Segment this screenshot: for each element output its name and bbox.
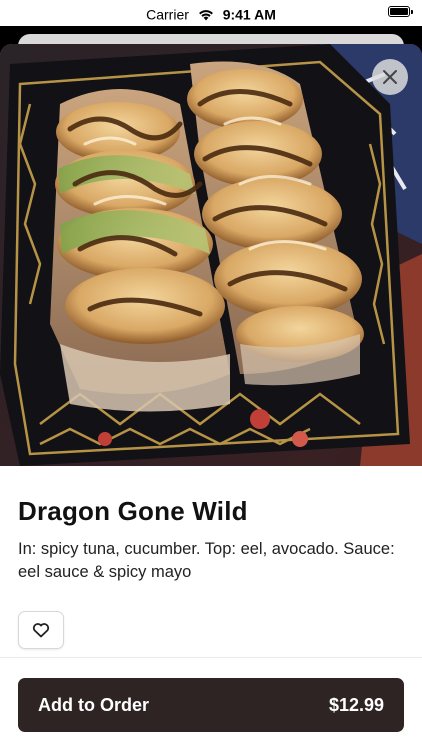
sushi-photo <box>0 44 422 466</box>
add-to-order-label: Add to Order <box>38 694 149 715</box>
divider <box>0 657 422 658</box>
add-to-order-button[interactable]: Add to Order $12.99 <box>18 678 404 732</box>
status-bar: Carrier 9:41 AM <box>0 0 422 26</box>
item-description: In: spicy tuna, cucumber. Top: eel, avoc… <box>18 540 395 581</box>
heart-outline-icon <box>32 623 50 638</box>
carrier-label: Carrier <box>146 6 189 23</box>
status-center: Carrier 9:41 AM <box>0 5 422 22</box>
item-price: $12.99 <box>328 694 384 715</box>
close-icon <box>383 70 397 84</box>
battery-icon <box>388 6 413 17</box>
item-detail-sheet: Dragon Gone Wild In: spicy tuna, cucumbe… <box>0 44 422 750</box>
wifi-icon <box>198 9 213 21</box>
item-image <box>0 44 422 466</box>
app-screen: Carrier 9:41 AM Dragon Gone Wild In: spi… <box>0 0 422 750</box>
item-title: Dragon Gone Wild <box>18 496 248 526</box>
status-time: 9:41 AM <box>222 6 276 23</box>
close-button[interactable] <box>372 59 408 95</box>
favorite-button[interactable] <box>18 611 64 649</box>
